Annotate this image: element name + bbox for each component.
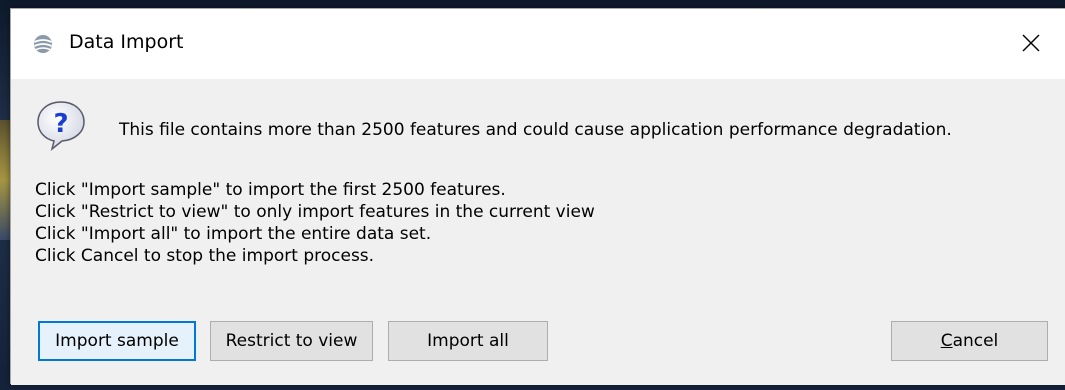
svg-text:?: ?	[53, 109, 68, 139]
close-button[interactable]	[1013, 25, 1049, 61]
restrict-to-view-button[interactable]: Restrict to view	[210, 321, 373, 361]
instructions: Click "Import sample" to import the firs…	[35, 179, 595, 267]
instruction-line: Click Cancel to stop the import process.	[35, 246, 375, 266]
instruction-line: Click "Import sample" to import the firs…	[35, 180, 506, 200]
data-import-dialog: Data Import ? This file contains more th…	[10, 8, 1065, 385]
instruction-line: Click "Import all" to import the entire …	[35, 224, 432, 244]
google-earth-globe-icon	[34, 35, 52, 53]
cancel-mnemonic: C	[940, 331, 953, 351]
question-icon: ?	[37, 101, 85, 151]
instruction-line: Click "Restrict to view" to only import …	[35, 202, 595, 222]
desktop-wallpaper-streak	[0, 120, 10, 240]
close-icon	[1022, 34, 1040, 52]
cancel-button[interactable]: Cancel	[891, 321, 1048, 361]
import-sample-button[interactable]: Import sample	[38, 321, 196, 361]
warning-message: This file contains more than 2500 featur…	[119, 120, 952, 140]
dialog-title: Data Import	[69, 31, 184, 53]
title-bar[interactable]: Data Import	[11, 9, 1065, 79]
import-all-button[interactable]: Import all	[388, 321, 548, 361]
cancel-label-rest: ancel	[952, 331, 999, 351]
dialog-content: ? This file contains more than 2500 feat…	[11, 79, 1065, 385]
